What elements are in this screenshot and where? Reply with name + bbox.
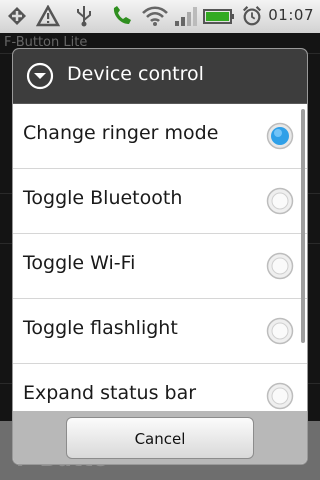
- background-app-title: F-Button Lite: [4, 35, 88, 50]
- alarm-icon: [242, 6, 262, 26]
- radio-unselected-icon[interactable]: [266, 187, 294, 215]
- option-label: Toggle flashlight: [23, 317, 178, 339]
- option-toggle-flashlight[interactable]: Toggle flashlight: [13, 299, 307, 364]
- dialog-title: Device control: [67, 63, 204, 85]
- radio-unselected-icon[interactable]: [266, 252, 294, 280]
- warning-icon: [36, 5, 60, 27]
- signal-icon: [175, 7, 197, 26]
- chevron-down-circle-icon: [26, 62, 54, 90]
- radio-selected-icon[interactable]: [266, 122, 294, 150]
- option-change-ringer-mode[interactable]: Change ringer mode: [13, 104, 307, 169]
- option-label: Toggle Wi-Fi: [23, 252, 136, 274]
- dialog-footer: Cancel: [13, 411, 307, 464]
- option-label: Change ringer mode: [23, 122, 219, 144]
- option-list[interactable]: Change ringer mode Toggle Bluetooth Togg…: [13, 104, 307, 411]
- device-control-dialog: Device control Change ringer mode Toggle…: [13, 49, 307, 464]
- usb-add-icon: [8, 7, 26, 25]
- option-expand-status-bar[interactable]: Expand status bar: [13, 364, 307, 411]
- usb-icon: [77, 6, 91, 27]
- option-toggle-wifi[interactable]: Toggle Wi-Fi: [13, 234, 307, 299]
- cancel-button[interactable]: Cancel: [66, 417, 254, 459]
- option-label: Expand status bar: [23, 382, 197, 404]
- radio-unselected-icon[interactable]: [266, 317, 294, 345]
- status-bar: 01:07: [0, 0, 320, 34]
- radio-unselected-icon[interactable]: [266, 382, 294, 410]
- wifi-icon: [142, 6, 168, 26]
- list-scrollbar[interactable]: [301, 109, 305, 343]
- phone-icon: [113, 6, 131, 24]
- dialog-header: Device control: [13, 49, 307, 104]
- option-label: Toggle Bluetooth: [23, 187, 183, 209]
- option-toggle-bluetooth[interactable]: Toggle Bluetooth: [13, 169, 307, 234]
- battery-icon: [203, 9, 234, 24]
- clock: 01:07: [268, 6, 314, 24]
